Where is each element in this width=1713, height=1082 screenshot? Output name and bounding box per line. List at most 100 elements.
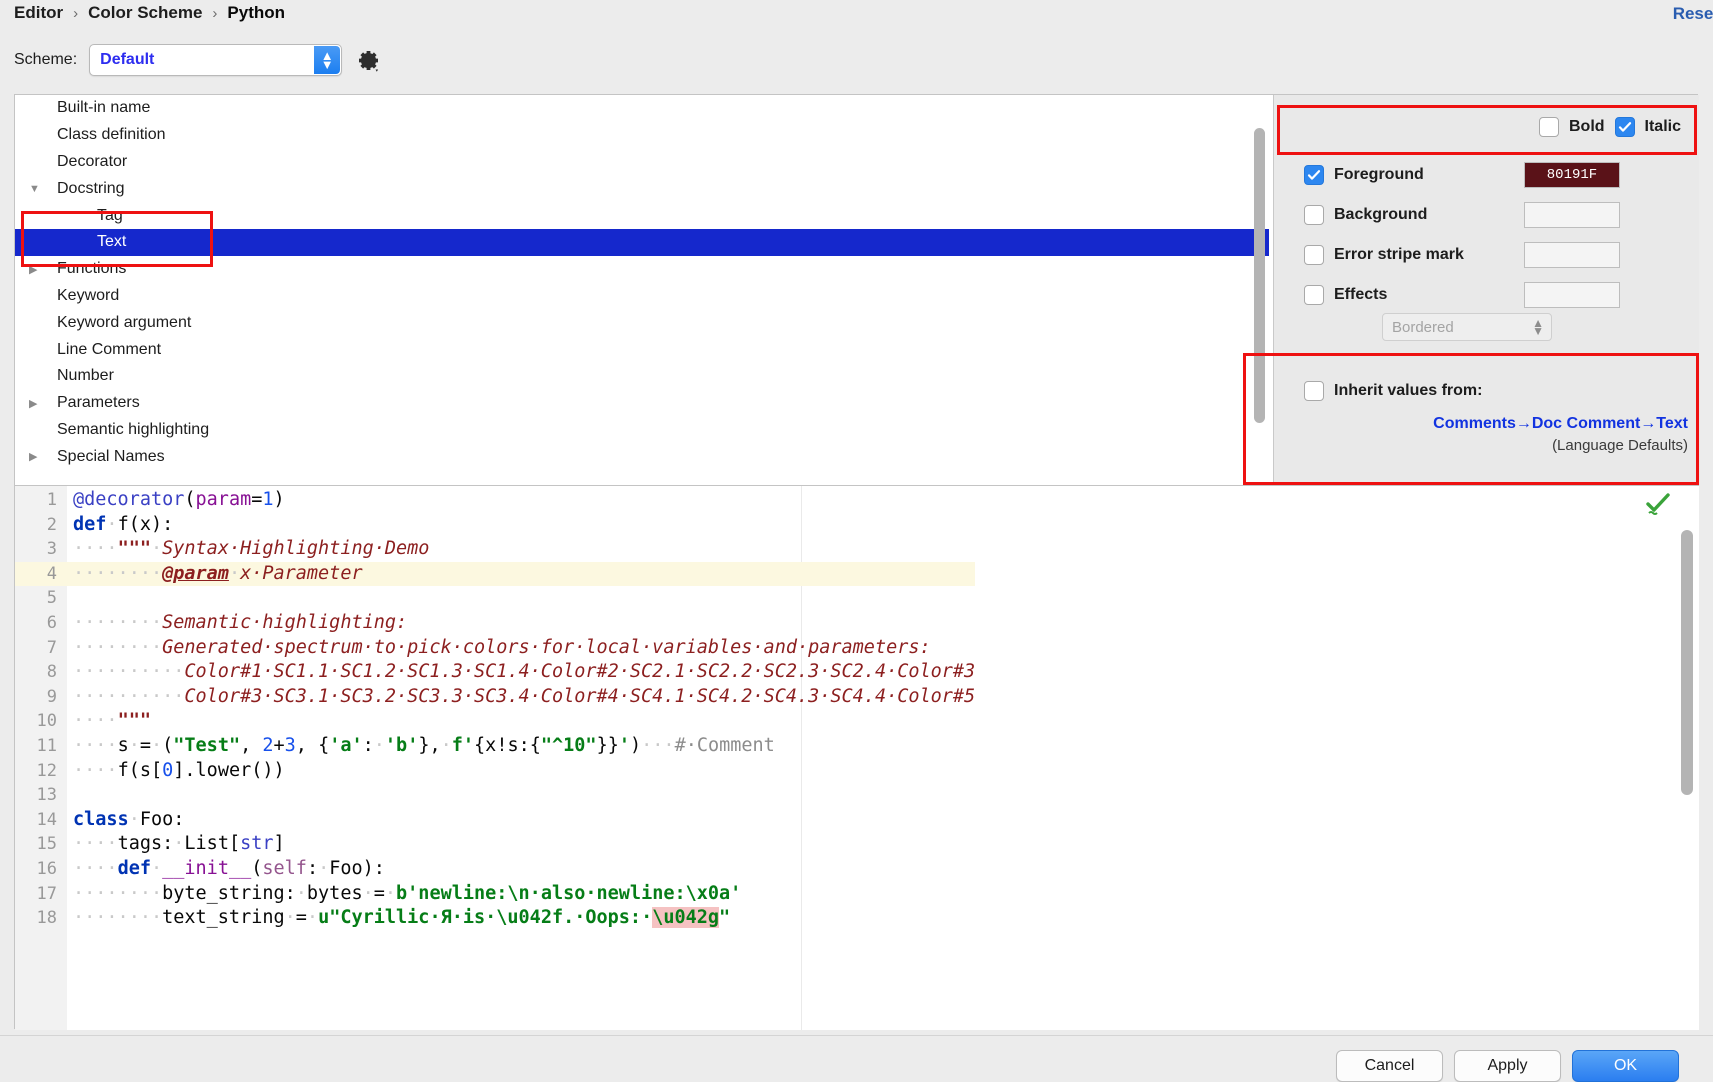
code-line[interactable]: 16 ····def·__init__(self:·Foo): xyxy=(15,857,975,882)
tree-item-built-in-name[interactable]: Built-in name xyxy=(15,95,1269,122)
code-line[interactable]: 8 ··········Color#1·SC1.1·SC1.2·SC1.3·SC1… xyxy=(15,660,975,685)
tree-item-docstring[interactable]: ▼ Docstring xyxy=(15,175,1269,202)
tree-item-label: Parameters xyxy=(57,394,140,412)
code-token: · xyxy=(150,538,163,560)
code-line[interactable]: 1 @decorator(param=1) xyxy=(15,488,975,513)
code-line[interactable]: 13 xyxy=(15,783,975,808)
code-token: : xyxy=(306,857,319,879)
preview-scrollbar-thumb[interactable] xyxy=(1681,530,1693,795)
green-check-icon[interactable] xyxy=(1645,492,1671,523)
tree-item-tag[interactable]: Tag xyxy=(15,202,1269,229)
chevron-right-icon[interactable]: ▶ xyxy=(29,397,51,410)
code-line-source: ····def·__init__(self:·Foo): xyxy=(67,857,385,882)
code-token: ········ xyxy=(73,636,163,658)
code-preview: 1 @decorator(param=1) 2 def·f(x): 3 ····"""·S… xyxy=(15,485,1699,1030)
code-token: }, xyxy=(418,734,441,756)
code-line[interactable]: 3 ····"""·Syntax·Highlighting·Demo xyxy=(15,537,975,562)
line-number: 12 xyxy=(36,760,57,781)
inherit-source-sublabel: (Language Defaults) xyxy=(1552,437,1688,454)
tree-item-parameters[interactable]: ▶ Parameters xyxy=(15,390,1269,417)
effects-checkbox[interactable] xyxy=(1304,285,1324,305)
code-token: ········ xyxy=(73,562,163,584)
foreground-checkbox[interactable] xyxy=(1304,165,1324,185)
code-token: · xyxy=(362,882,374,904)
preview-scrollbar[interactable] xyxy=(1681,530,1693,980)
tree-item-label: Functions xyxy=(57,260,127,278)
tree-item-keyword[interactable]: Keyword xyxy=(15,283,1269,310)
code-token: text_string xyxy=(162,907,285,929)
code-line[interactable]: 17 ········byte_string:·bytes·=·b'newline… xyxy=(15,882,975,907)
code-token: ···· xyxy=(73,538,118,560)
tree-item-functions[interactable]: ▶ Functions xyxy=(15,256,1269,283)
code-token: x·Parameter xyxy=(240,562,363,584)
code-line[interactable]: 12 ····f(s[0].lower()) xyxy=(15,759,975,784)
code-line[interactable]: 9 ··········Color#3·SC3.1·SC3.2·SC3.3·SC3… xyxy=(15,685,975,710)
inherit-values-checkbox[interactable] xyxy=(1304,381,1324,401)
code-token: f(s[ xyxy=(117,759,163,781)
tree-scrollbar[interactable] xyxy=(1254,125,1265,475)
code-line[interactable]: 15 ····tags:·List[str] xyxy=(15,832,975,857)
code-line-source: ········text_string·=·u"Cyrillic·Я·is·\u… xyxy=(67,906,730,931)
tree-item-keyword-argument[interactable]: Keyword argument xyxy=(15,309,1269,336)
tree-item-label: Decorator xyxy=(57,152,128,170)
foreground-color-swatch[interactable]: 80191F xyxy=(1524,162,1620,188)
code-lines[interactable]: 1 @decorator(param=1) 2 def·f(x): 3 ····"""·S… xyxy=(15,488,976,931)
code-token: ···· xyxy=(73,734,118,756)
code-line[interactable]: 14 class·Foo: xyxy=(15,808,975,833)
chevron-down-icon[interactable]: ▼ xyxy=(29,183,51,195)
reset-link[interactable]: Reset xyxy=(1673,4,1713,24)
code-line[interactable]: 11 ····s·=·("Test", 2+3, {'a':·'b'},·f'{x… xyxy=(15,734,975,759)
code-line[interactable]: 7 ········Generated·spectrum·to·pick·colo… xyxy=(15,636,975,661)
scheme-select-value: Default xyxy=(100,51,155,68)
code-token: · xyxy=(150,734,163,756)
italic-checkbox[interactable] xyxy=(1614,117,1635,137)
gear-icon[interactable] xyxy=(354,46,382,74)
tree-scrollbar-thumb[interactable] xyxy=(1254,128,1265,423)
background-color-swatch[interactable] xyxy=(1524,202,1620,228)
breadcrumb-item-editor[interactable]: Editor xyxy=(14,3,63,23)
code-token: ·········· xyxy=(73,685,185,707)
code-token: ) xyxy=(630,734,642,756)
code-line-source: ··········Color#1·SC1.1·SC1.2·SC1.3·SC1.… xyxy=(67,660,975,685)
bold-checkbox[interactable] xyxy=(1538,117,1559,137)
code-token: · xyxy=(173,833,185,855)
code-line[interactable]: 2 def·f(x): xyxy=(15,513,975,538)
code-token: ···· xyxy=(73,833,118,855)
background-checkbox[interactable] xyxy=(1304,205,1324,225)
line-number: 1 xyxy=(46,490,57,510)
background-label: Background xyxy=(1334,206,1428,223)
code-line[interactable]: 4 ········@param·x·Parameter xyxy=(15,561,976,587)
tree-item-line-comment[interactable]: Line Comment xyxy=(15,336,1269,363)
effects-type-select[interactable]: Bordered ▲ ▼ xyxy=(1382,313,1552,341)
code-line-source: ········byte_string:·bytes·=·b'newline:\… xyxy=(67,882,741,907)
cancel-button[interactable]: Cancel xyxy=(1336,1050,1443,1082)
code-line[interactable]: 18 ········text_string·=·u"Cyrillic·Я·is·… xyxy=(15,906,975,931)
foreground-label: Foreground xyxy=(1334,166,1424,183)
error-stripe-mark-checkbox[interactable] xyxy=(1304,245,1324,265)
chevron-right-icon[interactable]: ▶ xyxy=(29,450,51,463)
code-line[interactable]: 10 ····""" xyxy=(15,709,975,734)
code-line-source: ········@param·x·Parameter xyxy=(67,562,363,587)
inherit-source-link[interactable]: Comments→Doc Comment→Text xyxy=(1274,415,1688,433)
ok-button[interactable]: OK xyxy=(1572,1050,1679,1082)
code-line[interactable]: 5 xyxy=(15,586,975,611)
apply-button[interactable]: Apply xyxy=(1454,1050,1561,1082)
error-stripe-mark-color-swatch[interactable] xyxy=(1524,242,1620,268)
chevron-updown-icon: ▲ ▼ xyxy=(1532,315,1544,338)
code-line[interactable]: 6 ········Semantic·highlighting: xyxy=(15,611,975,636)
code-token: · xyxy=(150,857,163,879)
code-token: __init__ xyxy=(162,857,252,879)
scheme-select[interactable]: Default ▲ ▼ xyxy=(89,44,343,76)
effects-color-swatch[interactable] xyxy=(1524,282,1620,308)
tree-item-text[interactable]: Text xyxy=(15,228,1269,256)
tree-item-label: Semantic highlighting xyxy=(57,420,210,438)
tree-item-decorator[interactable]: Decorator xyxy=(15,149,1269,176)
code-token: ···· xyxy=(73,710,118,732)
tree-item-class-definition[interactable]: Class definition xyxy=(15,122,1269,149)
tree-item-semantic-highlighting[interactable]: Semantic highlighting xyxy=(15,417,1269,444)
tree-item-number[interactable]: Number xyxy=(15,363,1269,390)
tree-item-special-names[interactable]: ▶ Special Names xyxy=(15,443,1269,470)
breadcrumb-item-color-scheme[interactable]: Color Scheme xyxy=(88,3,202,23)
color-settings-tree[interactable]: Built-in name Class definition Decorator ▼ D… xyxy=(15,95,1269,485)
chevron-right-icon[interactable]: ▶ xyxy=(29,263,51,276)
